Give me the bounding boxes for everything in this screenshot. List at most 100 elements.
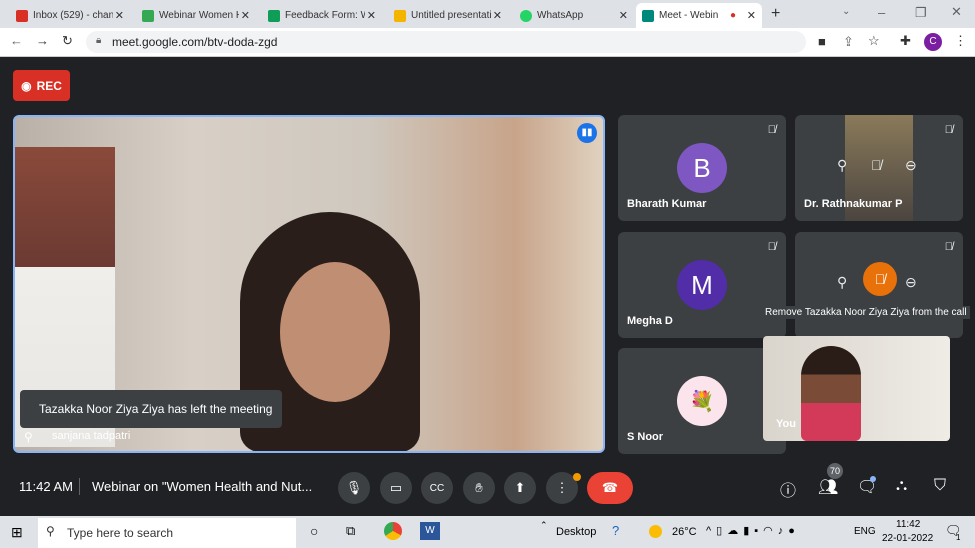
camera-button[interactable]: ▭ <box>380 472 412 504</box>
avatar: B <box>677 143 727 193</box>
tab-meet[interactable]: Meet - Webin ● ✕ <box>636 3 762 28</box>
avatar-image: 💐 <box>677 376 727 426</box>
microphone-button[interactable]: 🎙︎ <box>338 472 370 504</box>
participant-count: 70 <box>827 463 843 479</box>
whatsapp-icon <box>520 9 532 22</box>
minimize-icon[interactable]: – <box>878 5 885 20</box>
help-icon[interactable]: ? <box>612 523 619 538</box>
present-button[interactable]: ⬆ <box>504 472 536 504</box>
mute-participant-icon[interactable]: 🎙̸ <box>863 262 897 296</box>
participant-tile[interactable]: 🎙̸ ⚲ 🎙̸ ⊖ <box>795 232 963 338</box>
main-video-tile[interactable]: ▮▮ Tazakka Noor Ziya Ziya has left the m… <box>13 115 605 453</box>
tab-gmail[interactable]: Inbox (529) - chan ✕ <box>10 3 130 28</box>
meeting-time: 11:42 AM <box>19 479 73 494</box>
close-tab-icon[interactable]: ✕ <box>493 9 502 22</box>
meeting-controls: 11:42 AM Webinar on "Women Health and Nu… <box>0 460 975 515</box>
task-view-icon[interactable]: ⧉ <box>346 523 355 539</box>
cortana-icon[interactable]: ○ <box>310 523 318 539</box>
toolbar-expand-icon[interactable]: ⌃ <box>540 520 548 531</box>
extensions-icon[interactable]: ✚ <box>900 33 911 49</box>
tab-search-icon[interactable]: ⌄ <box>842 6 850 17</box>
mute-participant-icon[interactable]: 🎙̸ <box>871 157 882 173</box>
profile-avatar[interactable]: C <box>924 33 942 51</box>
captions-button[interactable]: CC <box>421 472 453 504</box>
participant-tile[interactable]: 💐 S Noor <box>618 348 786 454</box>
pin-icon[interactable]: ⚲ <box>837 274 847 291</box>
pin-icon[interactable]: ⚲ <box>24 430 33 444</box>
tab-whatsapp[interactable]: WhatsApp ✕ <box>514 3 634 28</box>
drive-icon <box>142 9 154 22</box>
participant-tile[interactable]: 🎙̸ ⚲ 🎙̸ ⊖ Dr. Rathnakumar P <box>795 115 963 221</box>
toast-notification: Tazakka Noor Ziya Ziya has left the meet… <box>20 390 282 428</box>
tab-bar: Inbox (529) - chan ✕ Webinar Women H ✕ Fee… <box>0 0 975 28</box>
host-controls-icon[interactable]: ⛉ <box>934 477 946 495</box>
mic-off-icon: 🎙̸ <box>944 124 953 136</box>
camera-icon[interactable]: ■ <box>818 34 826 49</box>
weather-temp[interactable]: 26°C <box>672 526 697 538</box>
taskbar: ⊞ ⚲ Type here to search ○ ⧉ W ⌃ Desktop ?… <box>0 516 975 548</box>
chrome-app-icon[interactable] <box>384 522 402 540</box>
forms-icon <box>268 9 280 22</box>
notification-count: 1 <box>956 533 961 542</box>
remove-participant-icon[interactable]: ⊖ <box>905 157 917 174</box>
participant-name: sanjana tadpatri <box>52 430 131 442</box>
people-icon[interactable]: 👥︎ <box>818 477 838 497</box>
participant-name: S Noor <box>627 431 664 443</box>
mic-off-icon: 🎙̸ <box>944 241 953 253</box>
mic-off-icon: 🎙̸ <box>767 124 776 136</box>
restore-icon[interactable]: ❐ <box>915 5 927 21</box>
lock-icon: 🔒︎ <box>96 35 102 46</box>
search-icon: ⚲ <box>46 524 55 538</box>
participant-name: Bharath Kumar <box>627 198 707 210</box>
info-icon[interactable]: ⓘ <box>780 477 796 501</box>
reload-icon[interactable]: ↻ <box>62 33 73 49</box>
meet-icon <box>642 9 654 22</box>
language-indicator[interactable]: ENG <box>854 526 876 537</box>
pin-icon[interactable]: ⚲ <box>837 157 847 174</box>
system-tray-icons[interactable]: ^▯☁▮▪◠♪● <box>706 524 800 537</box>
tab-drive[interactable]: Webinar Women H ✕ <box>136 3 256 28</box>
desktop-toolbar[interactable]: Desktop <box>556 526 596 538</box>
self-view-tile[interactable]: You <box>763 336 950 441</box>
meeting-title: Webinar on "Women Health and Nut... <box>92 479 313 494</box>
close-window-icon[interactable]: ✕ <box>951 4 962 20</box>
close-tab-icon[interactable]: ✕ <box>115 9 124 22</box>
close-tab-icon[interactable]: ✕ <box>367 9 376 22</box>
close-tab-icon[interactable]: ✕ <box>241 9 250 22</box>
slides-icon <box>394 9 406 22</box>
raise-hand-button[interactable]: ✋︎ <box>463 472 495 504</box>
back-icon[interactable]: ← <box>10 33 23 48</box>
word-app-icon[interactable]: W <box>420 522 440 540</box>
new-tab-icon[interactable]: + <box>771 5 780 23</box>
recording-badge[interactable]: ◉ REC <box>13 70 70 101</box>
close-tab-icon[interactable]: ✕ <box>619 9 628 22</box>
remove-participant-icon[interactable]: ⊖ <box>905 274 917 291</box>
notification-dot <box>573 473 581 481</box>
menu-icon[interactable]: ⋮ <box>954 33 967 49</box>
record-icon: ◉ <box>21 78 32 93</box>
gmail-icon <box>16 9 28 22</box>
close-tab-icon[interactable]: ✕ <box>747 9 756 22</box>
recording-dot-icon: ● <box>730 10 737 21</box>
url-field[interactable]: 🔒︎ meet.google.com/btv-doda-zgd <box>86 31 806 53</box>
weather-icon <box>649 525 662 538</box>
taskbar-search[interactable]: ⚲ Type here to search <box>38 518 296 548</box>
clock-date[interactable]: 22-01-2022 <box>882 533 933 544</box>
tab-slides[interactable]: Untitled presentati ✕ <box>388 3 508 28</box>
tab-forms[interactable]: Feedback Form: W ✕ <box>262 3 382 28</box>
avatar: M <box>677 260 727 310</box>
participant-tile[interactable]: B 🎙̸ Bharath Kumar <box>618 115 786 221</box>
share-icon[interactable]: ⇪ <box>843 34 854 50</box>
participant-name: Megha D <box>627 315 673 327</box>
bookmark-star-icon[interactable]: ☆ <box>868 33 880 49</box>
forward-icon[interactable]: → <box>36 33 49 48</box>
participant-name: Dr. Rathnakumar P <box>804 198 903 210</box>
self-label: You <box>776 418 796 430</box>
windows-start-icon[interactable]: ⊞ <box>11 524 23 541</box>
end-call-button[interactable]: ☎︎ <box>587 472 633 504</box>
mic-off-icon: 🎙̸ <box>767 241 776 253</box>
address-bar-row: ← → ↻ 🔒︎ meet.google.com/btv-doda-zgd ■ ⇪… <box>0 28 975 57</box>
activities-icon[interactable]: ⛬ <box>896 477 907 495</box>
clock-time[interactable]: 11:42 <box>896 519 920 530</box>
participant-tile[interactable]: M 🎙̸ Megha D <box>618 232 786 338</box>
